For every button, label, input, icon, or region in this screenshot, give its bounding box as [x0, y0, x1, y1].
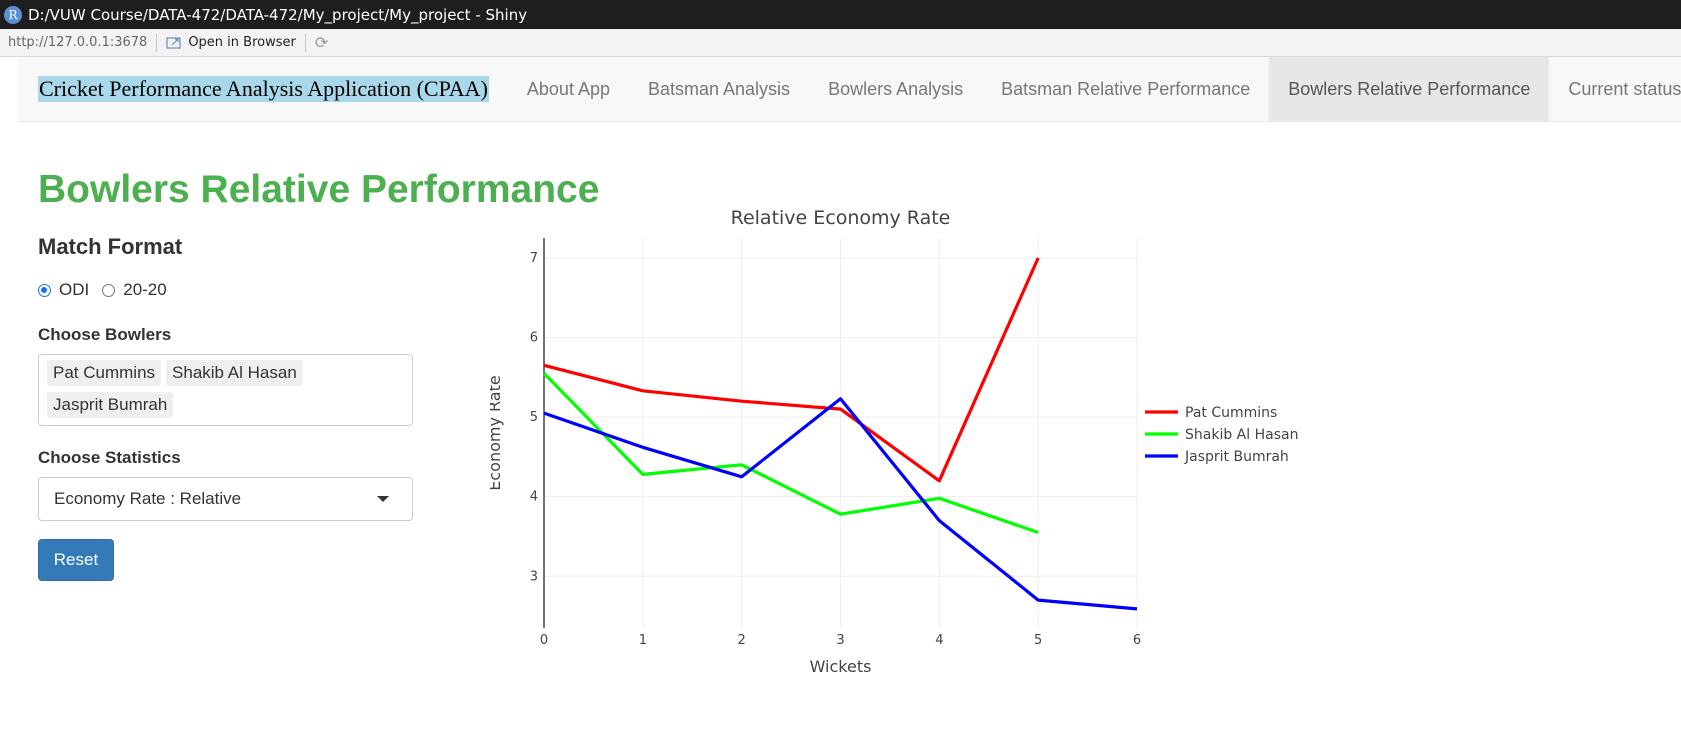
radio-20-20[interactable]: 20-20 [102, 280, 167, 300]
chart-title: Relative Economy Rate [731, 207, 951, 229]
match-format-heading: Match Format [38, 234, 183, 259]
match-format-radio-group: ODI 20-20 [38, 280, 414, 300]
tab-batsman-relative-performance[interactable]: Batsman Relative Performance [982, 57, 1269, 121]
nav-tabs: About App Batsman Analysis Bowlers Analy… [508, 57, 1681, 121]
tab-bowlers-relative-performance[interactable]: Bowlers Relative Performance [1269, 57, 1550, 121]
x-tick-label: 4 [935, 633, 943, 648]
window-title-bar: R D:/VUW Course/DATA-472/DATA-472/My_pro… [0, 0, 1681, 29]
x-tick-label: 6 [1133, 633, 1141, 648]
radio-odi-indicator[interactable] [38, 283, 51, 297]
toolbar-divider [156, 33, 158, 52]
x-tick-label: 5 [1034, 633, 1042, 648]
bowler-chip[interactable]: Pat Cummins [47, 360, 162, 386]
reset-button[interactable]: Reset [38, 539, 114, 581]
tab-batsman-analysis[interactable]: Batsman Analysis [629, 57, 809, 121]
choose-statistics-label: Choose Statistics [38, 448, 181, 467]
sidebar-panel: Match Format ODI 20-20 Choose Bowlers Pa… [38, 234, 414, 581]
window-title: D:/VUW Course/DATA-472/DATA-472/My_proje… [28, 5, 528, 24]
radio-odi[interactable]: ODI [38, 280, 89, 300]
tab-about-app[interactable]: About App [508, 57, 629, 121]
y-tick-label: 3 [530, 569, 538, 584]
viewer-toolbar: http://127.0.0.1:3678 Open in Browser ⟳ [0, 29, 1681, 57]
refresh-icon[interactable]: ⟳ [315, 33, 328, 52]
x-tick-label: 2 [738, 633, 746, 648]
open-in-browser-button[interactable]: Open in Browser [166, 35, 296, 50]
y-tick-label: 6 [530, 330, 538, 345]
navbar: Cricket Performance Analysis Application… [18, 57, 1681, 122]
radio-20-20-label: 20-20 [123, 280, 167, 299]
economy-rate-chart: 0 1 2 3 4 5 6 3 4 5 6 7 Relative Economy Rate Wickets… [490, 207, 1298, 676]
rstudio-logo-icon: R [4, 5, 22, 24]
bowler-chip[interactable]: Shakib Al Hasan [166, 360, 303, 386]
open-in-browser-icon [166, 36, 181, 49]
tab-current-status[interactable]: Current status [1549, 57, 1681, 121]
x-tick-label: 3 [836, 633, 844, 648]
statistics-select-value: Economy Rate : Relative [54, 489, 242, 508]
legend-label: Jasprit Bumrah [1184, 449, 1289, 465]
legend-label: Pat Cummins [1185, 405, 1277, 421]
x-axis-label: Wickets [810, 657, 872, 676]
y-tick-label: 4 [530, 490, 538, 505]
series-line [542, 372, 1039, 535]
choose-bowlers-label: Choose Bowlers [38, 325, 172, 344]
tab-bowlers-analysis[interactable]: Bowlers Analysis [809, 57, 982, 121]
bowler-chip[interactable]: Jasprit Bumrah [47, 392, 174, 418]
bowlers-multiselect[interactable]: Pat Cummins Shakib Al Hasan Jasprit Bumr… [38, 354, 413, 426]
toolbar-divider [304, 33, 306, 52]
radio-odi-label: ODI [59, 280, 90, 299]
y-tick-label: 5 [530, 410, 538, 425]
statistics-select[interactable]: Economy Rate : Relative [38, 477, 413, 521]
legend-label: Shakib Al Hasan [1185, 427, 1298, 443]
open-in-browser-label: Open in Browser [188, 35, 296, 50]
y-axis-label: Economy Rate [490, 375, 504, 490]
viewer-url: http://127.0.0.1:3678 [8, 35, 148, 50]
x-tick-label: 0 [540, 633, 548, 648]
chevron-down-icon [377, 496, 389, 502]
y-tick-label: 7 [530, 251, 538, 266]
x-tick-label: 1 [639, 633, 647, 648]
app-brand[interactable]: Cricket Performance Analysis Application… [38, 76, 489, 102]
radio-20-20-indicator[interactable] [102, 283, 116, 297]
